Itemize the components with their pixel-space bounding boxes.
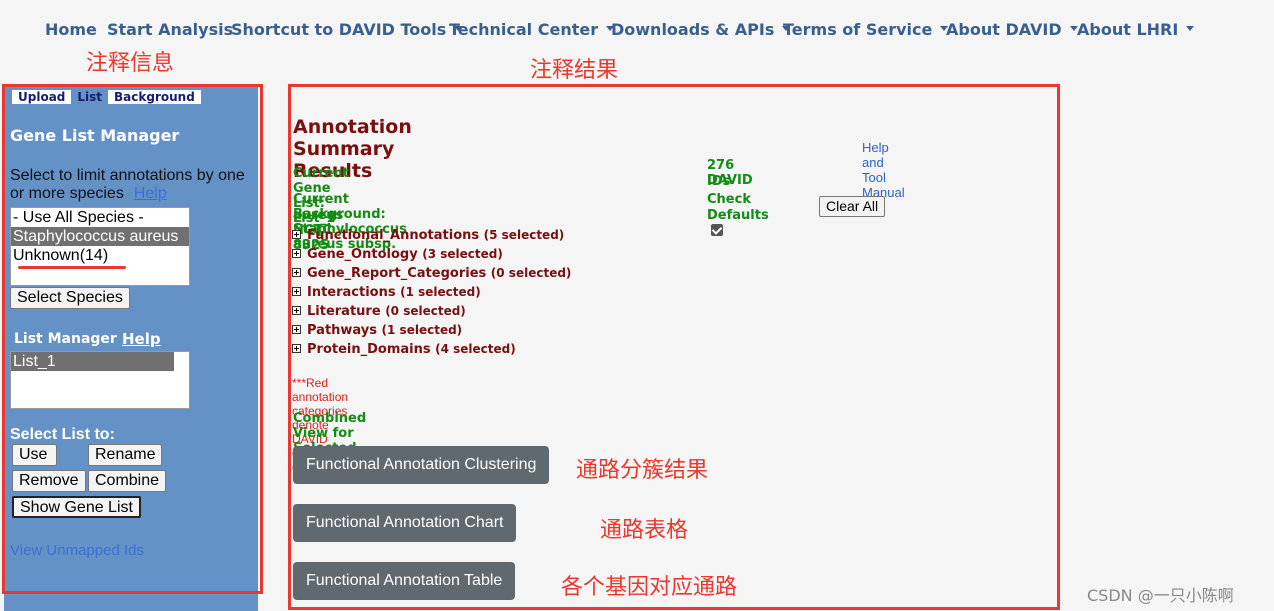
check-label: Check	[707, 192, 751, 207]
nav-about-lhri-label: About LHRI	[1077, 20, 1179, 39]
species-prompt-text: Select to limit annotations by one or mo…	[10, 167, 245, 202]
nav-start-analysis-label: Start Analysis	[107, 20, 234, 39]
annotation-underline	[18, 266, 126, 269]
defaults-label: Defaults	[707, 208, 769, 223]
category-protein-domains[interactable]: Protein_Domains (4 selected)	[292, 342, 516, 357]
nav-about-david[interactable]: About DAVID	[946, 20, 1078, 39]
select-species-button[interactable]: Select Species	[10, 287, 130, 309]
nav-home[interactable]: Home	[45, 20, 97, 39]
view-unmapped-ids-link[interactable]: View Unmapped Ids	[10, 542, 144, 559]
expand-plus-icon[interactable]	[292, 230, 301, 239]
nav-technical-center[interactable]: Technical Center	[449, 20, 615, 39]
defaults-checkbox[interactable]	[711, 224, 723, 236]
category-name: Gene_Ontology	[307, 247, 418, 262]
expand-plus-icon[interactable]	[292, 249, 301, 258]
nav-shortcut-tools-label: Shortcut to DAVID Tools	[231, 20, 447, 39]
remove-button[interactable]: Remove	[12, 470, 86, 492]
category-pathways[interactable]: Pathways (1 selected)	[292, 323, 462, 338]
show-gene-list-button[interactable]: Show Gene List	[12, 496, 141, 518]
category-count: (4 selected)	[435, 342, 516, 356]
gene-list-listbox[interactable]: List_1	[10, 351, 190, 409]
tab-background[interactable]: Background	[108, 90, 201, 104]
category-name: Functional_Annotations	[307, 228, 480, 243]
species-option[interactable]: Staphylococcus aureus	[11, 227, 189, 246]
expand-plus-icon[interactable]	[292, 287, 301, 296]
top-navigation: Home Start Analysis Shortcut to DAVID To…	[0, 0, 1274, 60]
help-manual-link[interactable]: Help and Tool Manual	[862, 140, 905, 200]
chevron-down-icon	[1186, 26, 1195, 31]
nav-terms-label: Terms of Service	[783, 20, 933, 39]
gene-list-manager-panel: Upload List Background Gene List Manager…	[4, 86, 258, 611]
panel-title: Gene List Manager	[10, 126, 180, 145]
category-count: (1 selected)	[381, 323, 463, 337]
functional-annotation-chart-button[interactable]: Functional Annotation Chart	[293, 504, 517, 542]
david-ids-label: IDs	[707, 174, 731, 189]
category-name: Literature	[307, 304, 381, 319]
expand-plus-icon[interactable]	[292, 306, 301, 315]
species-help-link[interactable]: Help	[134, 185, 167, 202]
list-option[interactable]: List_1	[11, 352, 174, 371]
annotation-label-right: 注释结果	[530, 58, 619, 83]
functional-annotation-clustering-button[interactable]: Functional Annotation Clustering	[293, 446, 550, 484]
category-name: Protein_Domains	[307, 342, 431, 357]
nav-terms-of-service[interactable]: Terms of Service	[783, 20, 949, 39]
category-name: Pathways	[307, 323, 378, 338]
annotation-note-table: 各个基因对应通路	[561, 575, 738, 600]
expand-plus-icon[interactable]	[292, 268, 301, 277]
watermark: CSDN @一只小陈啊	[1087, 586, 1234, 605]
species-option[interactable]: Unknown(14)	[11, 246, 189, 265]
annotation-note-clustering: 通路分簇结果	[576, 458, 709, 483]
nav-technical-center-label: Technical Center	[449, 20, 599, 39]
category-interactions[interactable]: Interactions (1 selected)	[292, 285, 481, 300]
species-prompt: Select to limit annotations by one or mo…	[10, 167, 256, 203]
use-button[interactable]: Use	[12, 444, 57, 466]
list-manager-help-link[interactable]: Help	[122, 330, 161, 348]
category-name: Gene_Report_Categories	[307, 266, 487, 281]
category-name: Interactions	[307, 285, 396, 300]
species-listbox[interactable]: - Use All Species - Staphylococcus aureu…	[10, 207, 190, 286]
nav-shortcut-tools[interactable]: Shortcut to DAVID Tools	[231, 20, 463, 39]
rename-button[interactable]: Rename	[88, 444, 163, 466]
nav-about-david-label: About DAVID	[946, 20, 1062, 39]
list-manager-title: List Manager	[14, 331, 117, 347]
tab-upload[interactable]: Upload	[12, 90, 72, 104]
nav-start-analysis[interactable]: Start Analysis	[107, 20, 233, 39]
combine-button[interactable]: Combine	[88, 470, 167, 492]
expand-plus-icon[interactable]	[292, 344, 301, 353]
nav-downloads-apis-label: Downloads & APIs	[611, 20, 775, 39]
category-count: (5 selected)	[483, 228, 565, 242]
category-count: (0 selected)	[490, 266, 572, 280]
category-literature[interactable]: Literature (0 selected)	[292, 304, 466, 319]
category-count: (0 selected)	[385, 304, 466, 318]
select-list-to-label: Select List to:	[10, 426, 115, 443]
nav-downloads-apis[interactable]: Downloads & APIs	[611, 20, 791, 39]
functional-annotation-table-button[interactable]: Functional Annotation Table	[293, 562, 516, 600]
category-count: (1 selected)	[400, 285, 481, 299]
tab-list[interactable]: List	[71, 90, 109, 104]
annotation-label-left: 注释信息	[86, 51, 175, 76]
sidebar-tabs: Upload List Background	[12, 90, 201, 104]
nav-home-label: Home	[45, 20, 97, 39]
annotation-note-chart: 通路表格	[600, 518, 689, 543]
nav-about-lhri[interactable]: About LHRI	[1077, 20, 1195, 39]
expand-plus-icon[interactable]	[292, 325, 301, 334]
clear-all-button[interactable]: Clear All	[819, 196, 886, 217]
category-functional-annotations[interactable]: Functional_Annotations (5 selected)	[292, 228, 564, 243]
category-gene-ontology[interactable]: Gene_Ontology (3 selected)	[292, 247, 503, 262]
check-defaults: Defaults	[707, 208, 769, 239]
category-count: (3 selected)	[422, 247, 503, 261]
species-option[interactable]: - Use All Species -	[11, 208, 189, 227]
category-gene-report[interactable]: Gene_Report_Categories (0 selected)	[292, 266, 571, 281]
